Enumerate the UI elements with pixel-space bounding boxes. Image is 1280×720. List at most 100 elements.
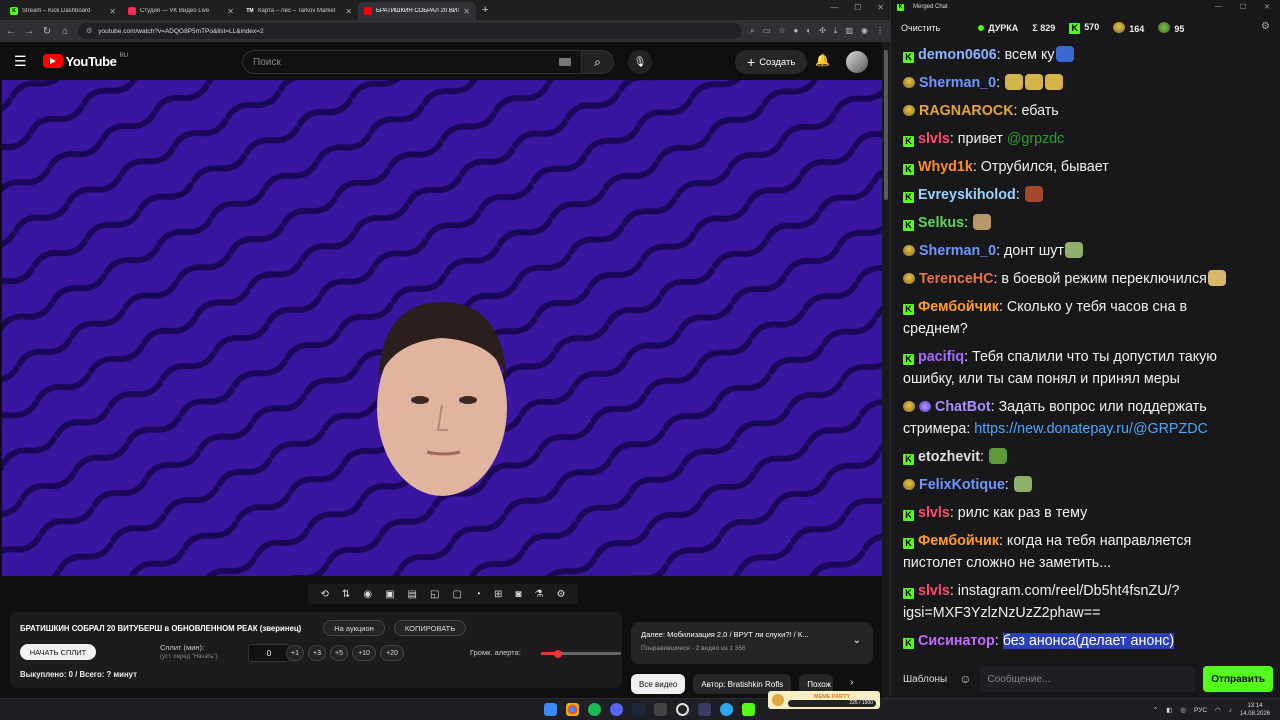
discord-icon[interactable] <box>610 703 623 716</box>
chat-username[interactable]: etozhevit <box>918 449 980 465</box>
profile-icon[interactable]: ◉ <box>861 26 868 36</box>
chat-username[interactable]: FelixKotique <box>919 477 1005 493</box>
minimize-icon[interactable]: — <box>830 3 838 12</box>
send-button[interactable]: Отправить <box>1203 666 1273 692</box>
chevron-down-icon[interactable]: ⌄ <box>853 635 861 646</box>
chat-username[interactable]: Sherman_0 <box>919 243 996 259</box>
network-icon[interactable]: ◧ <box>1166 706 1172 714</box>
split-minutes-input[interactable]: 0 <box>248 644 290 662</box>
slider-thumb[interactable] <box>554 649 562 658</box>
chevron-up-icon[interactable]: ⌃ <box>1153 706 1158 714</box>
chat-username[interactable]: ChatBot <box>935 399 991 415</box>
back-icon[interactable]: ← <box>6 26 16 37</box>
telegram-icon[interactable] <box>720 703 733 716</box>
chat-username[interactable]: Сисинатор <box>918 633 995 649</box>
url-field[interactable]: ⚙ youtube.com/watch?v=ADQG8P5mTPo&list=LL… <box>78 23 743 39</box>
download-icon[interactable]: ⤓ <box>834 26 838 36</box>
chip-all-videos[interactable]: Все видео <box>631 674 686 694</box>
chat-username[interactable]: Selkus <box>918 215 964 231</box>
tab-tarkov-market[interactable]: TM Карта – Лес – Tarkov Market ✕ <box>240 2 358 20</box>
start-split-button[interactable]: НАЧАТЬ СПЛИТ <box>20 644 96 660</box>
chevron-right-icon[interactable]: › <box>850 677 853 688</box>
chat-username[interactable]: Фембойчик <box>918 533 999 549</box>
frame-icon[interactable]: ▢ <box>452 589 461 600</box>
site-info-icon[interactable]: ⚙ <box>86 27 92 35</box>
chat-username[interactable]: slvls <box>918 505 950 521</box>
steam-icon[interactable] <box>632 703 645 716</box>
scroll-thumb[interactable] <box>884 50 888 200</box>
chat-username[interactable]: slvls <box>918 583 950 599</box>
maximize-icon[interactable]: ☐ <box>854 3 861 12</box>
chat-username[interactable]: Sherman_0 <box>919 75 996 91</box>
chrome-icon[interactable] <box>566 703 579 716</box>
close-icon[interactable]: ✕ <box>463 7 470 16</box>
cast-icon[interactable]: ▭ <box>763 26 771 36</box>
create-button[interactable]: + Создать <box>735 50 808 74</box>
chat-username[interactable]: Evreyskiholod <box>918 187 1016 203</box>
add-icon[interactable]: ⊞ <box>494 589 502 600</box>
search-icon[interactable]: ⌕ <box>750 26 754 36</box>
app-tray-icon[interactable]: ◎ <box>1180 706 1186 714</box>
extension-icon[interactable]: ● <box>794 26 799 36</box>
meme-party-widget[interactable]: MEME PARTY 225 / 1500 <box>768 691 880 709</box>
minimize-icon[interactable]: — <box>1215 3 1222 11</box>
tab-kick-dashboard[interactable]: K Stream – Kick Dashboard ✕ <box>4 2 122 20</box>
language-indicator[interactable]: РУС <box>1194 707 1207 714</box>
spotify-icon[interactable] <box>588 703 601 716</box>
chat-username[interactable]: TerenceHC <box>919 271 993 287</box>
chat-username[interactable]: demon0606 <box>918 47 997 63</box>
increment-button[interactable]: +5 <box>330 645 348 661</box>
flask-icon[interactable]: ⚗ <box>534 589 543 600</box>
sort-icon[interactable]: ⇅ <box>342 589 350 600</box>
keyboard-icon[interactable] <box>559 58 571 66</box>
increment-button[interactable]: +3 <box>308 645 326 661</box>
templates-button[interactable]: Шаблоны <box>899 674 951 685</box>
auction-button[interactable]: На аукцион <box>323 620 385 636</box>
repeat-icon[interactable]: ⟲ <box>321 589 329 600</box>
speed-icon[interactable]: ◔ <box>475 589 481 600</box>
bell-icon[interactable]: 🔔 <box>815 53 830 67</box>
gear-icon[interactable]: ⚙ <box>556 589 565 600</box>
wifi-icon[interactable]: ◠ <box>1215 706 1221 714</box>
tab-youtube[interactable]: БРАТИШКИН СОБРАЛ 20 ВИТ... ✕ <box>358 2 476 20</box>
menu-icon[interactable]: ⋮ <box>876 26 884 36</box>
pip-icon[interactable]: ◱ <box>430 589 439 600</box>
obs-icon[interactable] <box>676 703 689 716</box>
search-input[interactable]: Поиск <box>242 50 582 74</box>
chat-username[interactable]: RAGNAROCK <box>919 103 1014 119</box>
message-input[interactable]: Сообщение... <box>979 666 1196 692</box>
video-settings-icon[interactable]: ▣ <box>385 589 394 600</box>
close-icon[interactable]: ✕ <box>1264 3 1270 11</box>
video-player[interactable] <box>2 80 882 576</box>
copy-button[interactable]: КОПИРОВАТЬ <box>394 620 466 636</box>
increment-button[interactable]: +20 <box>380 645 404 661</box>
voice-search-button[interactable]: 🎙 <box>628 50 652 74</box>
camera-icon[interactable]: ◙ <box>515 589 521 600</box>
volume-icon[interactable]: ♪ <box>1229 707 1232 714</box>
split-icon[interactable]: ▥ <box>845 26 853 36</box>
chat-username[interactable]: Whyd1k <box>918 159 973 175</box>
scrollbar[interactable] <box>882 42 890 698</box>
start-icon[interactable] <box>544 703 557 716</box>
reload-icon[interactable]: ↻ <box>42 26 52 37</box>
close-icon[interactable]: ✕ <box>877 3 884 12</box>
kick-app-icon[interactable] <box>742 703 755 716</box>
volume-slider[interactable] <box>541 649 621 658</box>
clock[interactable]: 13:14 14.08.2026 <box>1240 702 1270 718</box>
puzzle-icon[interactable]: ✣ <box>819 26 826 36</box>
chat-username[interactable]: pacifiq <box>918 349 964 365</box>
increment-button[interactable]: +1 <box>286 645 304 661</box>
search-button[interactable]: ⌕ <box>582 50 614 74</box>
app-icon[interactable] <box>654 703 667 716</box>
clear-button[interactable]: Очистить <box>901 23 940 33</box>
chat-username[interactable]: Фембойчик <box>918 299 999 315</box>
close-icon[interactable]: ✕ <box>109 7 116 16</box>
extension-icon[interactable]: ◐ <box>806 26 811 36</box>
new-tab-icon[interactable]: + <box>482 4 488 16</box>
forward-icon[interactable]: → <box>24 26 34 37</box>
broadcast-icon[interactable]: ◉ <box>363 589 372 600</box>
increment-button[interactable]: +10 <box>352 645 376 661</box>
tab-vk-studio[interactable]: Студия — VK Видео Live ✕ <box>122 2 240 20</box>
youtube-logo[interactable]: YouTube RU <box>42 53 128 69</box>
app-icon[interactable] <box>698 703 711 716</box>
